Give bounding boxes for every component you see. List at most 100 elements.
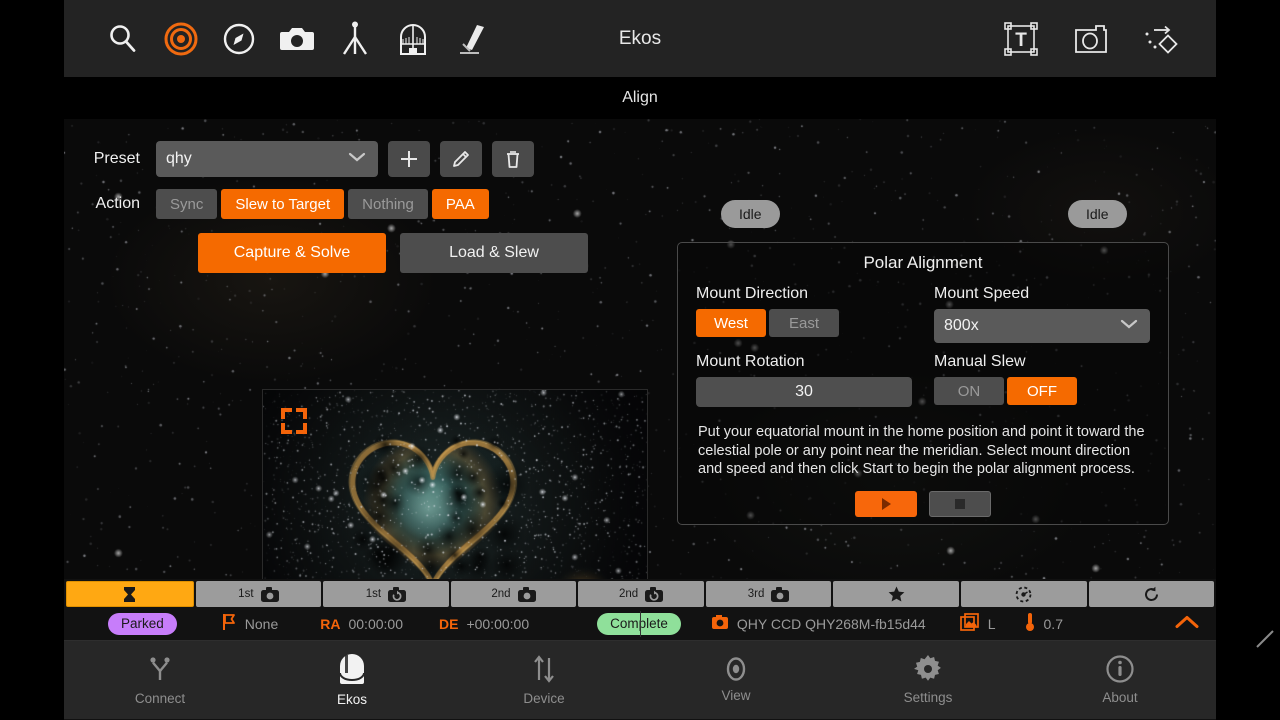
preview-canvas [263, 390, 647, 579]
manual-slew-field: Manual Slew ON OFF [934, 353, 1150, 407]
add-preset-button[interactable] [388, 141, 430, 177]
solved-image-preview[interactable] [262, 389, 648, 579]
mount-speed-label: Mount Speed [934, 285, 1030, 302]
nav-item-settings[interactable]: Settings [832, 641, 1024, 719]
module-tab-2[interactable]: 1st [323, 581, 449, 607]
stop-icon [955, 498, 965, 509]
action-option-paa[interactable]: PAA [431, 189, 489, 219]
module-tab-8[interactable] [1088, 581, 1215, 607]
window-resize-handle[interactable] [1254, 628, 1276, 650]
nav-item-label: View [721, 688, 751, 703]
module-tab-prefix: 2nd [618, 588, 639, 600]
align-action-buttons: Capture & Solve Load & Slew [198, 233, 684, 273]
module-tab-7[interactable] [960, 581, 1087, 607]
compass-icon[interactable] [218, 18, 260, 60]
delete-preset-button[interactable] [492, 141, 534, 177]
target-status-group[interactable]: None [221, 613, 278, 634]
preset-label: Preset [93, 150, 140, 167]
nav-item-ekos[interactable]: Ekos [256, 641, 448, 719]
mount-rotation-input[interactable]: 30 [696, 377, 912, 407]
updown-arrows-icon [531, 654, 557, 684]
observatory-dome-icon[interactable] [392, 18, 434, 60]
ra-value: 00:00:00 [348, 615, 403, 632]
search-icon[interactable] [102, 18, 144, 60]
action-segmented-control: Sync Slew to Target Nothing PAA [156, 189, 489, 219]
nav-item-connect[interactable]: Connect [64, 641, 256, 719]
capture-and-solve-button[interactable]: Capture & Solve [198, 233, 386, 273]
capture-status-badge: Idle [1068, 200, 1127, 228]
nav-item-view[interactable]: View [640, 641, 832, 719]
mount-state-badge: Parked [108, 612, 177, 635]
mount-direction-option-east[interactable]: East [769, 309, 839, 337]
polar-alignment-title: Polar Alignment [863, 253, 983, 272]
action-option-nothing[interactable]: Nothing [348, 189, 428, 219]
temperature-value: 0.7 [1043, 615, 1063, 632]
letterbox-right [1216, 0, 1280, 720]
nav-item-label: About [1102, 690, 1138, 705]
thermometer-icon [1024, 612, 1036, 635]
de-label: DE [438, 615, 459, 632]
temperature-group[interactable]: 0.7 [1024, 612, 1063, 635]
top-toolbar: Ekos T [64, 0, 1216, 77]
polar-alignment-controls [688, 490, 1158, 517]
module-tab-prefix: 2nd [491, 588, 511, 600]
stop-button[interactable] [929, 490, 991, 517]
camera-status-group[interactable]: QHY CCD QHY268M-fb15d44 [711, 614, 926, 633]
ra-label: RA [320, 615, 341, 632]
star-icon [888, 586, 905, 602]
connect-icon [145, 654, 175, 684]
camera-icon [711, 614, 729, 633]
capture-state-badge: Complete [597, 612, 681, 635]
de-group: DE +00:00:00 [439, 616, 529, 632]
manual-slew-label: Manual Slew [934, 353, 1026, 370]
preset-dropdown[interactable]: qhy [156, 141, 378, 177]
nav-item-label: Ekos [336, 692, 367, 707]
filter-value: L [987, 615, 996, 632]
photo-frame-icon[interactable] [1070, 18, 1112, 60]
camera-icon[interactable] [276, 18, 318, 60]
nav-item-about[interactable]: About [1024, 641, 1216, 719]
module-tab-4[interactable]: 2nd [578, 581, 704, 607]
start-button[interactable] [855, 490, 917, 517]
action-option-sync[interactable]: Sync [156, 189, 218, 219]
module-tab-3[interactable]: 2nd [450, 581, 577, 607]
edit-preset-button[interactable] [440, 141, 482, 177]
manual-slew-option-on[interactable]: ON [934, 377, 1004, 405]
mount-direction-option-west[interactable]: West [696, 309, 766, 337]
dashed-circle-icon [1015, 586, 1032, 603]
manual-slew-segmented-control: ON OFF [934, 377, 1150, 405]
polar-alignment-panel: Polar Alignment Mount Direction West East… [677, 242, 1169, 525]
preset-value: qhy [166, 150, 192, 167]
module-tab-prefix: 3rd [747, 588, 765, 600]
tripod-icon[interactable] [334, 18, 376, 60]
module-tab-0[interactable] [66, 581, 194, 607]
hourglass-icon [122, 586, 137, 603]
mount-direction-field: Mount Direction West East [696, 285, 912, 343]
motion-diamond-icon[interactable] [1140, 18, 1182, 60]
nav-item-device[interactable]: Device [448, 641, 640, 719]
load-and-slew-button[interactable]: Load & Slew [400, 233, 588, 273]
module-tab-1[interactable]: 1st [195, 581, 322, 607]
de-value: +00:00:00 [466, 615, 530, 632]
telescope-icon[interactable] [450, 18, 492, 60]
polar-alignment-help-text: Put your equatorial mount in the home po… [698, 424, 1145, 478]
ekos-dome-icon [337, 653, 367, 685]
chevron-down-icon [1120, 317, 1138, 335]
filter-status-group[interactable]: L [959, 613, 996, 634]
mount-status-group: Parked [108, 612, 177, 635]
solver-status-badge: Idle [721, 200, 780, 228]
target-icon[interactable] [160, 18, 202, 60]
bottom-navigation: Connect Ekos Device View Settings About [64, 641, 1216, 719]
mount-speed-dropdown[interactable]: 800x [934, 309, 1150, 343]
status-divider [640, 611, 641, 637]
module-tab-6[interactable] [833, 581, 959, 607]
page-title: Align [622, 89, 658, 106]
chevron-up-icon[interactable] [1174, 614, 1200, 633]
module-tab-5[interactable]: 3rd [705, 581, 832, 607]
module-tab-prefix: 1st [365, 588, 382, 600]
text-frame-icon[interactable]: T [1000, 18, 1042, 60]
play-icon [882, 497, 891, 510]
chevron-down-icon [348, 150, 366, 168]
manual-slew-option-off[interactable]: OFF [1007, 377, 1077, 405]
action-option-slew-to-target[interactable]: Slew to Target [221, 189, 345, 219]
